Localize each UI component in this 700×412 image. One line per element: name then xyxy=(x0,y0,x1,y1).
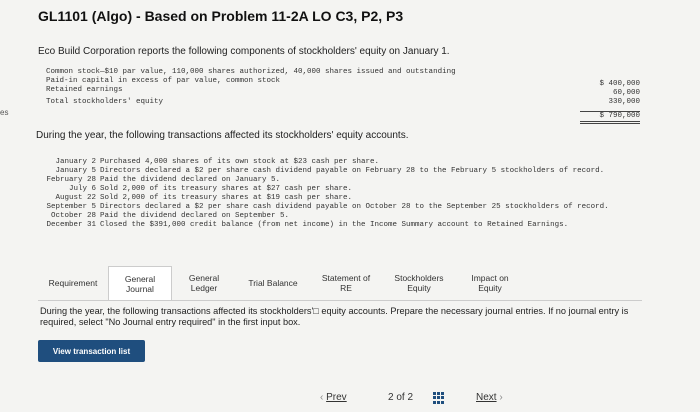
tab-bar: Requirement General Journal General Ledg… xyxy=(38,266,642,301)
transaction-date: January 2 xyxy=(55,158,96,166)
equity-table: Common stock—$10 par value, 110,000 shar… xyxy=(46,68,646,124)
transaction-date: September 5 xyxy=(46,203,96,211)
equity-label: Total stockholders' equity xyxy=(46,98,164,106)
transaction-row: December 31 Closed the $391,000 credit ba… xyxy=(34,221,609,230)
prev-label: Prev xyxy=(326,392,347,403)
equity-label: Common stock—$10 par value, 110,000 shar… xyxy=(46,68,456,76)
equity-row: Paid-in capital in excess of par value, … xyxy=(46,77,646,97)
page-title: GL1101 (Algo) - Based on Problem 11-2A L… xyxy=(38,8,404,24)
transaction-text: Paid the dividend declared on January 5. xyxy=(100,176,281,184)
transaction-row: January 5 Directors declared a $2 per sha… xyxy=(34,167,609,176)
view-transaction-list-button[interactable]: View transaction list xyxy=(38,340,145,362)
transaction-date: December 31 xyxy=(46,221,96,229)
tab-stockholders-equity[interactable]: Stockholders Equity xyxy=(382,266,456,300)
transaction-date: July 6 xyxy=(68,185,96,193)
transaction-text: Paid the dividend declared on September … xyxy=(100,212,290,220)
equity-row: Total stockholders' equity $ 790,000 xyxy=(46,98,646,124)
tab-requirement[interactable]: Requirement xyxy=(38,266,108,300)
tab-statement-of-re[interactable]: Statement of RE xyxy=(310,266,382,300)
transaction-row: July 6 Sold 2,000 of its treasury shares … xyxy=(34,185,609,194)
transaction-text: Directors declared a $2 per share cash d… xyxy=(100,203,609,211)
chevron-left-icon: ‹ xyxy=(320,392,324,403)
tab-impact-on-equity[interactable]: Impact on Equity xyxy=(456,266,524,300)
chevron-right-icon: › xyxy=(499,392,503,403)
transaction-text: Sold 2,000 of its treasury shares at $27… xyxy=(100,185,353,193)
transaction-date: October 28 xyxy=(50,212,96,220)
instructions-text: During the year, the following transacti… xyxy=(40,306,629,327)
transaction-text: Purchased 4,000 shares of its own stock … xyxy=(100,158,380,166)
tab-general-journal[interactable]: General Journal xyxy=(108,266,172,300)
equity-label: Paid-in capital in excess of par value, … xyxy=(46,77,281,85)
transaction-row: October 28 Paid the dividend declared on … xyxy=(34,212,609,221)
intro-text: Eco Build Corporation reports the follow… xyxy=(38,46,450,57)
grid-icon[interactable] xyxy=(433,392,445,404)
tab-trial-balance[interactable]: Trial Balance xyxy=(236,266,310,300)
transaction-text: Closed the $391,000 credit balance (from… xyxy=(100,221,569,229)
transaction-row: September 5 Directors declared a $2 per s… xyxy=(34,203,609,212)
transaction-text: Sold 2,000 of its treasury shares at $19… xyxy=(100,194,353,202)
transaction-row: August 22 Sold 2,000 of its treasury shar… xyxy=(34,194,609,203)
next-label: Next xyxy=(476,392,497,403)
equity-row: Retained earnings 330,000 xyxy=(46,86,646,106)
transaction-list: January 2 Purchased 4,000 shares of its o… xyxy=(34,158,609,230)
side-tab[interactable]: es xyxy=(0,108,8,117)
equity-label: Retained earnings xyxy=(46,86,123,94)
transaction-row: February 28 Paid the dividend declared on… xyxy=(34,176,609,185)
transaction-date: January 5 xyxy=(55,167,96,175)
total-double-rule xyxy=(580,110,640,124)
transaction-text: Directors declared a $2 per share cash d… xyxy=(100,167,605,175)
page-indicator: 2 of 2 xyxy=(388,392,414,403)
prev-button[interactable]: ‹ Prev xyxy=(320,392,347,403)
transaction-date: February 28 xyxy=(46,176,96,184)
tab-general-ledger[interactable]: General Ledger xyxy=(172,266,236,300)
during-text: During the year, the following transacti… xyxy=(36,130,409,141)
transaction-date: August 22 xyxy=(55,194,96,202)
next-button[interactable]: Next › xyxy=(476,392,503,403)
equity-row: Common stock—$10 par value, 110,000 shar… xyxy=(46,68,646,88)
transaction-row: January 2 Purchased 4,000 shares of its o… xyxy=(34,158,609,167)
